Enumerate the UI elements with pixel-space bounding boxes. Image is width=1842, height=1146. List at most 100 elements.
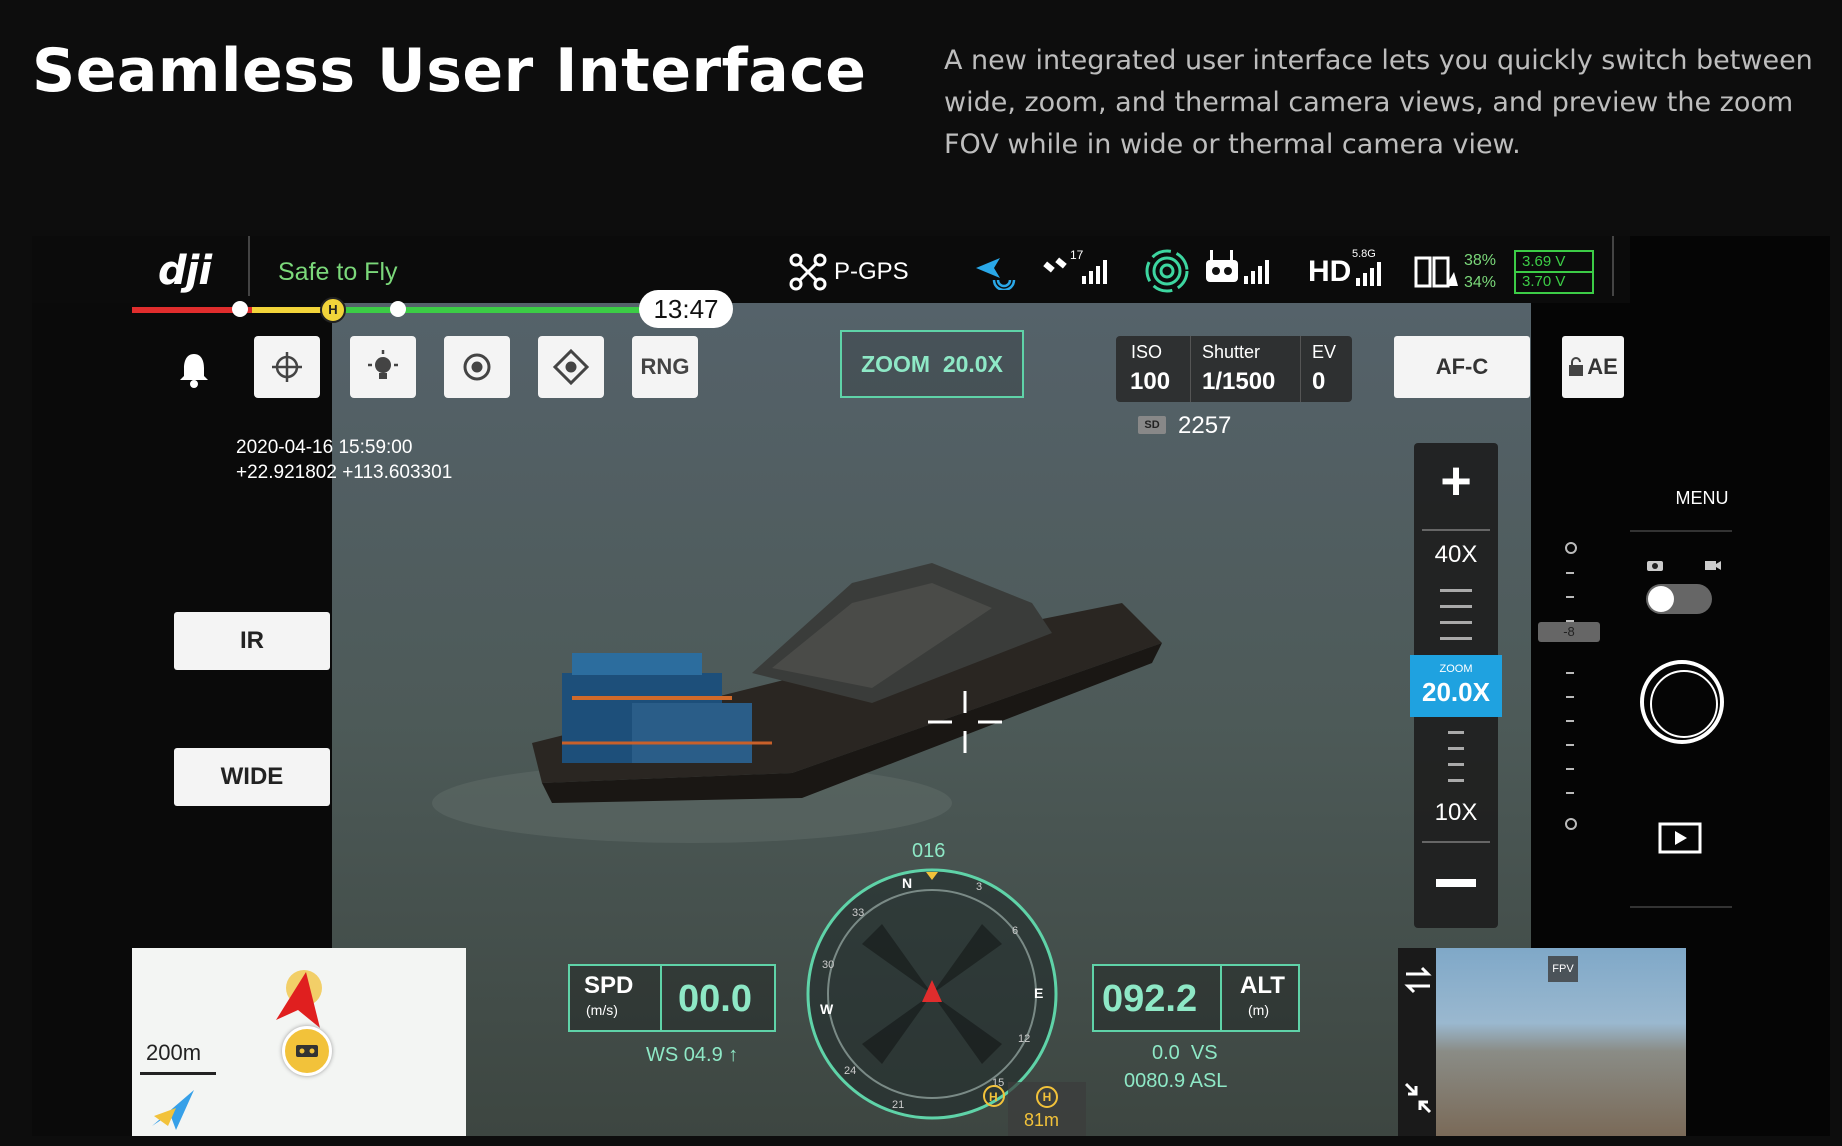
zoom-tick xyxy=(1440,637,1472,640)
zoom-out-button[interactable] xyxy=(1436,879,1476,887)
aircraft-icon xyxy=(788,252,828,297)
shutter-value: 1/1500 xyxy=(1202,368,1276,395)
rc-location-icon xyxy=(282,1026,332,1076)
focus-mode-button[interactable]: AF-C xyxy=(1394,336,1530,398)
speed-indicator: SPD (m/s) 00.0 xyxy=(568,964,776,1032)
minimize-icon[interactable] xyxy=(1402,1080,1434,1116)
spd-value: 00.0 xyxy=(678,978,752,1020)
aircraft-heading-icon xyxy=(276,972,320,1028)
zoom-current-caption: ZOOM xyxy=(1439,663,1473,675)
waypoint-icon xyxy=(552,348,590,386)
waypoint-button[interactable] xyxy=(538,336,604,398)
map-direction-icon[interactable] xyxy=(146,1086,200,1134)
spd-divider xyxy=(660,966,662,1030)
ae-label: AE xyxy=(1587,354,1618,379)
voltage-1: 3.69 V xyxy=(1522,253,1566,270)
coordinates: +22.921802 +113.603301 xyxy=(236,462,453,483)
gimbal-icon xyxy=(272,352,302,382)
hero-description: A new integrated user interface lets you… xyxy=(944,45,1813,160)
spd-label: SPD xyxy=(584,972,634,999)
flight-status[interactable]: Safe to Fly xyxy=(278,258,398,287)
rng-button[interactable]: RNG xyxy=(632,336,698,398)
rng-label: RNG xyxy=(640,354,690,379)
notification-bell-icon[interactable] xyxy=(176,350,212,395)
wind-speed: WS 04.9 ↑ xyxy=(646,1044,739,1066)
map-scale-bar xyxy=(140,1072,216,1075)
zoom-divider xyxy=(1422,529,1490,531)
ev-scale-tick xyxy=(1566,768,1574,770)
ev-scale-tick xyxy=(1566,672,1574,674)
target-icon xyxy=(463,353,491,381)
compass-tick-label: 21 xyxy=(892,1099,904,1111)
exposure-panel[interactable]: ISO 100 Shutter 1/1500 EV 0 xyxy=(1116,336,1352,402)
ev-scale-tick xyxy=(1566,572,1574,574)
gimbal-mode-button[interactable] xyxy=(254,336,320,398)
fpv-preview[interactable]: FPV xyxy=(1398,948,1686,1136)
light-bulb-icon xyxy=(368,350,398,379)
ev-scale-tick xyxy=(1566,596,1574,598)
vertical-speed: 0.0 VS xyxy=(1152,1042,1218,1064)
zoom-tick xyxy=(1448,779,1464,782)
zoom-in-button[interactable]: + xyxy=(1414,449,1498,513)
battery-bar: H xyxy=(132,297,672,323)
wide-camera-button[interactable]: WIDE xyxy=(174,748,330,806)
compass-tick-label: 33 xyxy=(852,907,864,919)
svg-text:H: H xyxy=(989,1090,998,1104)
mini-map[interactable]: 200m xyxy=(132,948,466,1136)
battery-percent-1: 38% xyxy=(1464,252,1497,269)
ev-scale-value[interactable]: -8 xyxy=(1538,622,1600,642)
menu-button[interactable]: MENU xyxy=(1652,488,1752,509)
home-icon: H xyxy=(1036,1086,1058,1108)
zoom-min-label: 10X xyxy=(1434,799,1478,826)
compass-tick-label: 6 xyxy=(1012,925,1018,937)
zoom-tick xyxy=(1440,621,1472,624)
swap-view-icon[interactable] xyxy=(1402,962,1434,998)
video-mode-icon xyxy=(1704,558,1722,577)
menu-divider xyxy=(1630,530,1732,532)
zoom-tick xyxy=(1448,747,1464,750)
iso-label: ISO xyxy=(1131,342,1163,362)
low-battery-marker xyxy=(232,301,248,317)
altitude-asl: 0080.9 ASL xyxy=(1124,1070,1228,1092)
transmission-signal-icon xyxy=(1356,260,1384,291)
alt-label: ALT xyxy=(1240,972,1285,999)
voltage-box: 3.69 V 3.70 V xyxy=(1514,250,1594,294)
storage-count: 2257 xyxy=(1178,412,1232,439)
zoom-tick xyxy=(1440,605,1472,608)
ae-lock-button[interactable]: AE xyxy=(1562,336,1624,398)
alt-unit: (m) xyxy=(1248,1002,1269,1018)
compass-north: N xyxy=(902,875,912,891)
toggle-knob xyxy=(1648,586,1674,612)
map-scale-label: 200m xyxy=(146,1040,202,1065)
alt-value: 092.2 xyxy=(1102,978,1198,1020)
spotlight-button[interactable] xyxy=(350,336,416,398)
zoom-current-indicator[interactable]: ZOOM 20.0X xyxy=(1410,655,1502,717)
exposure-divider xyxy=(1190,336,1191,402)
compass-tick-label: 12 xyxy=(1018,1033,1030,1045)
ir-camera-button[interactable]: IR xyxy=(174,612,330,670)
compass-tick-label: 30 xyxy=(822,959,834,971)
photo-video-toggle[interactable] xyxy=(1646,584,1712,614)
photo-mode-icon xyxy=(1646,558,1664,577)
divider xyxy=(248,236,250,296)
timestamp: 2020-04-16 15:59:00 xyxy=(236,437,413,458)
critical-marker xyxy=(390,301,406,317)
home-distance: 81m xyxy=(1024,1110,1060,1130)
battery-time: 13:47 xyxy=(639,290,733,328)
ev-scale-tick xyxy=(1566,744,1574,746)
ev-label: EV xyxy=(1312,342,1337,362)
gps-mode: P-GPS xyxy=(834,258,909,285)
zoom-current-value: 20.0X xyxy=(1422,677,1490,707)
playback-button[interactable] xyxy=(1658,822,1702,859)
rc-signal-icon xyxy=(1244,258,1272,289)
zoom-slider[interactable]: + 40X ZOOM 20.0X 10X xyxy=(1410,443,1502,928)
shutter-button[interactable] xyxy=(1640,660,1724,744)
heading-value: 016 xyxy=(912,840,946,862)
zoom-tick xyxy=(1448,731,1464,734)
sd-card-icon: SD xyxy=(1138,416,1166,434)
ev-scale-tick xyxy=(1566,696,1574,698)
exposure-divider xyxy=(1300,336,1301,402)
compass-east: E xyxy=(1034,985,1043,1001)
home-marker-icon: H xyxy=(320,297,346,323)
target-button[interactable] xyxy=(444,336,510,398)
